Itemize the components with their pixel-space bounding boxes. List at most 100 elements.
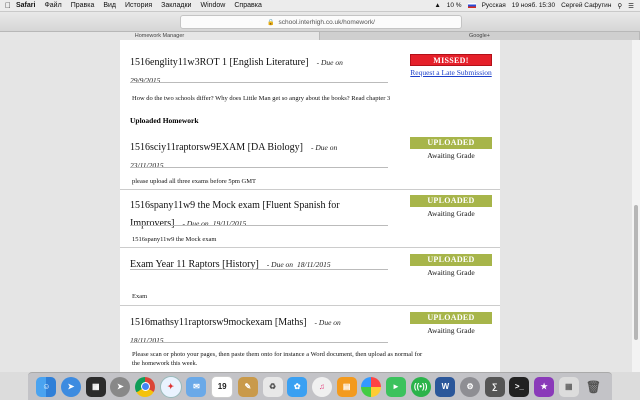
separator — [120, 189, 500, 190]
due-label: - Due on — [310, 143, 338, 152]
menu-bar:  Safari Файл Правка Вид История Закладк… — [0, 0, 640, 12]
status-block: UPLOADED Awaiting Grade — [410, 312, 492, 335]
request-late-submission-link[interactable]: Request a Late Submission — [410, 68, 492, 77]
launchpad-icon[interactable]: ➤ — [61, 376, 82, 397]
homework-note: 1516spany11w9 the Mock exam — [132, 236, 217, 243]
uploaded-badge: UPLOADED — [410, 312, 492, 324]
homework-title-line1[interactable]: 1516spany11w9 the Mock exam [Fluent Span… — [130, 200, 340, 211]
divider — [130, 269, 388, 270]
due-date: 18/11/2015 — [130, 336, 164, 345]
due-label: - Due on — [182, 219, 209, 228]
ibooks-icon[interactable]: ▤ — [336, 376, 357, 397]
homework-note: Exam — [132, 293, 148, 300]
menu-history[interactable]: История — [125, 2, 152, 9]
menu-view[interactable]: Вид — [103, 2, 116, 9]
grade-status: Awaiting Grade — [427, 209, 475, 218]
page-margin-left — [0, 40, 120, 372]
calendar-day: 19 — [217, 382, 227, 391]
system-preferences-icon[interactable]: ⚙ — [460, 376, 481, 397]
divider — [130, 82, 388, 83]
address-bar[interactable]: 🔒 school.interhigh.co.uk/homework/ — [180, 15, 462, 29]
due-date: 19/11/2015 — [212, 219, 247, 228]
trash-icon[interactable]: 🗑 — [583, 377, 603, 397]
terminal-icon[interactable]: >_ — [509, 376, 530, 397]
grade-status: Awaiting Grade — [427, 268, 475, 277]
homework-title[interactable]: 1516englity11w3ROT 1 [English Literature… — [130, 57, 309, 68]
homework-title-line2[interactable]: Improvers] — [130, 218, 174, 229]
homework-page: 1516englity11w3ROT 1 [English Literature… — [120, 40, 500, 372]
status-block: UPLOADED Awaiting Grade — [410, 254, 492, 277]
tab-label: Homework Manager — [134, 33, 185, 39]
grade-status: Awaiting Grade — [427, 151, 475, 160]
divider — [130, 167, 388, 168]
apple-menu-icon[interactable]:  — [0, 1, 16, 10]
photos-icon[interactable] — [361, 376, 382, 397]
menu-file[interactable]: Файл — [44, 2, 61, 9]
menu-safari[interactable]: Safari — [16, 2, 35, 9]
uploaded-badge: UPLOADED — [410, 137, 492, 149]
app-store-icon[interactable]: ★ — [534, 376, 555, 397]
tab-google-plus[interactable]: Google+ — [320, 32, 640, 40]
homework-note-line1: Please scan or photo your pages, then pa… — [132, 351, 423, 358]
battery-percent[interactable]: 10 % — [447, 2, 462, 9]
user-name[interactable]: Сергей Сафутин — [561, 2, 611, 9]
wifi-icon[interactable]: ▲ — [434, 2, 440, 9]
separator — [120, 247, 500, 248]
homework-title[interactable]: 1516sciy11raptorsw9EXAM [DA Biology] — [130, 142, 303, 153]
separator — [120, 305, 500, 306]
chrome-icon[interactable] — [135, 376, 156, 397]
section-title: Uploaded Homework — [130, 116, 199, 125]
tab-bar: Homework Manager Google+ — [0, 32, 640, 40]
scrollbar-thumb[interactable] — [634, 205, 638, 340]
url-text: school.interhigh.co.uk/homework/ — [278, 18, 375, 26]
clock[interactable]: 19 нояб. 15:30 — [512, 2, 555, 9]
tab-label: Google+ — [469, 33, 490, 39]
homework-note-line2: the homework this week. — [132, 360, 198, 367]
homework-note: please upload all three exams before 5pm… — [132, 178, 256, 185]
folder-icon[interactable]: ▦ — [558, 376, 579, 397]
due-date: 29/9/2015 — [130, 76, 161, 85]
finder-icon[interactable]: ☺ — [36, 376, 57, 397]
contacts-icon[interactable]: ♻ — [262, 376, 283, 397]
tab-homework-manager[interactable]: Homework Manager — [0, 32, 320, 40]
word-icon[interactable]: W — [435, 376, 456, 397]
facetime-icon[interactable]: ► — [385, 376, 406, 397]
page-margin-right — [500, 40, 632, 372]
input-language[interactable]: Русская — [482, 2, 506, 9]
twitter-icon[interactable]: ✿ — [287, 376, 308, 397]
notes-icon[interactable]: ✎ — [237, 376, 258, 397]
rocket-icon[interactable]: ➤ — [110, 376, 131, 397]
divider — [130, 342, 388, 343]
calculator-icon[interactable]: ∑ — [484, 376, 505, 397]
calendar-icon[interactable]: 19 — [211, 375, 234, 398]
due-label: - Due on — [316, 58, 343, 67]
menu-help[interactable]: Справка — [234, 2, 261, 9]
podcast-icon[interactable]: ((•)) — [410, 376, 431, 397]
due-label: - Due on — [266, 260, 294, 269]
due-date: 18/11/2015 — [297, 260, 331, 269]
mail-icon[interactable]: ✉ — [186, 376, 207, 397]
grade-status: Awaiting Grade — [427, 326, 475, 335]
due-date: 23/11/2015 — [130, 161, 164, 170]
lock-icon: 🔒 — [267, 19, 275, 26]
menu-bookmarks[interactable]: Закладки — [161, 2, 191, 9]
menu-window[interactable]: Window — [200, 2, 225, 9]
divider — [130, 225, 388, 226]
menu-edit[interactable]: Правка — [71, 2, 95, 9]
itunes-icon[interactable]: ♫ — [311, 376, 332, 397]
uploaded-badge: UPLOADED — [410, 254, 492, 266]
status-block: UPLOADED Awaiting Grade — [410, 137, 492, 160]
uploaded-badge: UPLOADED — [410, 195, 492, 207]
menu-list-icon[interactable]: ☰ — [628, 2, 634, 10]
safari-icon[interactable]: ✦ — [159, 375, 182, 398]
browser-toolbar: 🔒 school.interhigh.co.uk/homework/ — [0, 12, 640, 32]
search-icon[interactable]: ⚲ — [617, 2, 622, 10]
status-block: MISSED! Request a Late Submission — [410, 54, 492, 77]
homework-note: How do the two schools differ? Why does … — [132, 95, 391, 102]
due-label: - Due on — [314, 318, 341, 327]
mission-control-icon[interactable]: ▦ — [85, 376, 106, 397]
flag-icon[interactable] — [467, 3, 476, 8]
status-block: UPLOADED Awaiting Grade — [410, 195, 492, 218]
homework-title[interactable]: 1516mathsy11raptorsw9mockexam [Maths] — [130, 317, 307, 328]
dock: ☺ ➤ ▦ ➤ ✦ ✉ 19 ✎ ♻ ✿ ♫ ▤ ► ((•)) W ⚙ ∑ >… — [28, 372, 612, 400]
